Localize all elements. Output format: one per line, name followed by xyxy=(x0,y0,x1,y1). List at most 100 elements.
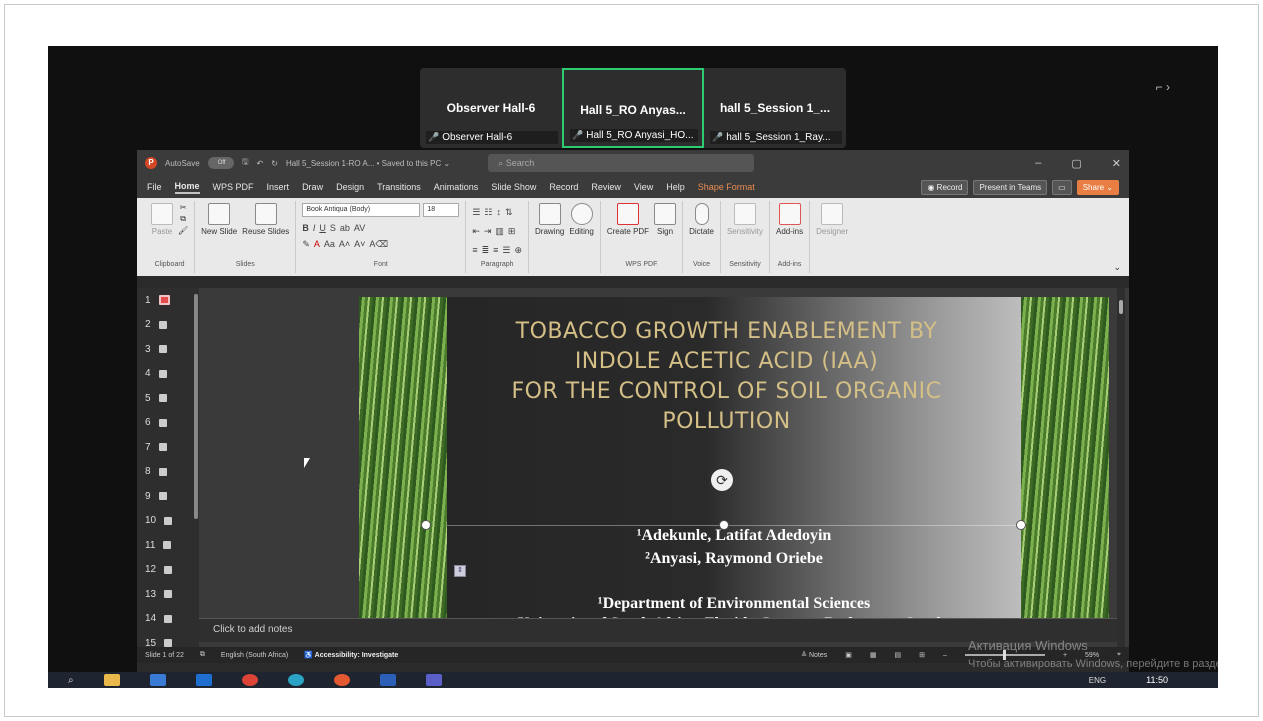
scrollbar-thumb[interactable] xyxy=(1119,300,1123,314)
align-right-icon[interactable]: ≡ xyxy=(493,245,498,256)
slide-thumbnail[interactable]: 1 xyxy=(137,288,199,313)
slide-thumbnail[interactable]: 11 xyxy=(137,533,199,558)
teams-icon[interactable] xyxy=(425,674,442,686)
tab-wps-pdf[interactable]: WPS PDF xyxy=(213,182,254,192)
mail-icon[interactable] xyxy=(195,674,212,686)
tab-review[interactable]: Review xyxy=(591,182,621,192)
tab-insert[interactable]: Insert xyxy=(267,182,290,192)
align-center-icon[interactable]: ≣ xyxy=(482,245,490,256)
tab-view[interactable]: View xyxy=(634,182,653,192)
undo-icon[interactable]: ↶ xyxy=(257,159,264,168)
reuse-slides-button[interactable]: Reuse Slides xyxy=(242,203,289,236)
tab-file[interactable]: File xyxy=(147,182,162,192)
shadow-icon[interactable]: S xyxy=(330,223,336,233)
browser-icon[interactable] xyxy=(333,674,350,686)
tab-help[interactable]: Help xyxy=(666,182,685,192)
numbering-icon[interactable]: ☷ xyxy=(484,207,492,218)
tab-animations[interactable]: Animations xyxy=(434,182,479,192)
tab-record[interactable]: Record xyxy=(549,182,578,192)
comments-button[interactable]: ▭ xyxy=(1052,179,1072,195)
char-spacing-icon[interactable]: AV xyxy=(354,223,365,233)
rotate-handle-icon[interactable]: ⟳ xyxy=(711,469,733,491)
line-spacing-icon[interactable]: ↕ xyxy=(496,207,501,218)
sign-button[interactable]: Sign xyxy=(654,203,677,236)
bold-icon[interactable]: B xyxy=(302,223,309,233)
bullets-icon[interactable]: ☰ xyxy=(472,207,480,218)
search-icon[interactable]: ⌕ xyxy=(68,675,74,686)
font-name-select[interactable]: Book Antiqua (Body) xyxy=(302,203,421,217)
sensitivity-button[interactable]: Sensitivity xyxy=(727,203,763,236)
thumbnail-scrollbar[interactable] xyxy=(194,294,198,519)
text-direction-icon[interactable]: ⇅ xyxy=(505,207,513,218)
slide-thumbnail[interactable]: 14 xyxy=(137,607,199,632)
tab-transitions[interactable]: Transitions xyxy=(377,182,421,192)
grow-font-icon[interactable]: A˄ xyxy=(339,239,350,250)
editing-button[interactable]: Editing xyxy=(569,203,594,236)
strikethrough-icon[interactable]: ab xyxy=(340,223,350,233)
new-slide-button[interactable]: New Slide xyxy=(201,203,237,236)
participant-tile[interactable]: hall 5_Session 1_... 🎤 hall 5_Session 1_R… xyxy=(704,68,846,148)
increase-indent-icon[interactable]: ⇥ xyxy=(484,226,492,237)
font-size-select[interactable]: 18 xyxy=(423,203,460,217)
participant-tile[interactable]: Observer Hall-6 🎤 Observer Hall-6 xyxy=(420,68,562,148)
columns-icon[interactable]: ▥ xyxy=(495,226,504,237)
resize-handle[interactable] xyxy=(421,520,431,530)
share-button[interactable]: Share ⌄ xyxy=(1076,179,1119,195)
cut-icon[interactable]: ✂ xyxy=(180,203,187,212)
change-case-icon[interactable]: Aa xyxy=(324,239,335,250)
slide-thumbnail[interactable]: 5 xyxy=(137,386,199,411)
tab-design[interactable]: Design xyxy=(336,182,364,192)
tab-shape-format[interactable]: Shape Format xyxy=(698,182,755,192)
store-icon[interactable] xyxy=(149,674,166,686)
language-indicator[interactable]: English (South Africa) xyxy=(221,652,288,659)
maximize-icon[interactable]: ▢ xyxy=(1071,157,1081,170)
justify-icon[interactable]: ☰ xyxy=(502,245,510,256)
autosave-toggle[interactable]: Off xyxy=(207,157,234,169)
author-1[interactable]: ¹Adekunle, Latifat Adedoyin xyxy=(447,527,1021,545)
decrease-indent-icon[interactable]: ⇤ xyxy=(472,226,480,237)
slide-thumbnail[interactable]: 3 xyxy=(137,337,199,362)
author-2[interactable]: ²Anyasi, Raymond Oriebe xyxy=(447,550,1021,568)
slide-thumbnail[interactable]: 13 xyxy=(137,582,199,607)
spellcheck-icon[interactable]: ⧉ xyxy=(200,651,205,659)
create-pdf-button[interactable]: Create PDF xyxy=(607,203,649,236)
align-left-icon[interactable]: ≡ xyxy=(472,245,477,256)
document-title[interactable]: Hall 5_Session 1-RO A... • Saved to this… xyxy=(286,159,450,168)
align-text-icon[interactable]: ⊞ xyxy=(508,226,516,237)
slide-scrollbar[interactable] xyxy=(1117,288,1125,653)
slide-thumbnail[interactable]: 2 xyxy=(137,313,199,338)
smartart-icon[interactable]: ⊕ xyxy=(514,245,522,256)
format-painter-button[interactable]: ✂ ⧉ 🖌 xyxy=(178,203,188,235)
highlight-icon[interactable]: ✎ xyxy=(302,239,310,250)
department[interactable]: ¹Department of Environmental Sciences xyxy=(447,595,1021,613)
ribbon-collapse-icon[interactable]: ⌄ xyxy=(1113,262,1121,273)
copy-icon[interactable]: ⧉ xyxy=(180,214,186,224)
paste-button[interactable]: Paste xyxy=(151,203,173,236)
zoom-out-icon[interactable]: – xyxy=(943,652,947,659)
slideshow-icon[interactable]: ⊞ xyxy=(919,651,925,659)
italic-icon[interactable]: I xyxy=(313,223,316,233)
redo-icon[interactable]: ↻ xyxy=(271,159,278,168)
chrome-icon[interactable] xyxy=(241,674,258,686)
record-button[interactable]: ◉ Record xyxy=(921,179,969,195)
drawing-button[interactable]: Drawing xyxy=(535,203,564,236)
search-input[interactable]: ⌕ Search xyxy=(488,154,755,172)
tab-draw[interactable]: Draw xyxy=(302,182,323,192)
slide-thumbnail[interactable]: 12 xyxy=(137,558,199,583)
designer-button[interactable]: Designer xyxy=(816,203,848,236)
present-in-teams-button[interactable]: Present in Teams xyxy=(973,179,1048,195)
shrink-font-icon[interactable]: A˅ xyxy=(354,239,365,250)
reading-view-icon[interactable]: ▤ xyxy=(895,651,902,659)
slide-thumbnail[interactable]: 4 xyxy=(137,362,199,387)
font-color-icon[interactable]: A xyxy=(314,239,320,250)
close-icon[interactable]: ✕ xyxy=(1112,157,1121,170)
slide-canvas[interactable]: TOBACCO GROWTH ENABLEMENT BY INDOLE ACET… xyxy=(359,297,1109,627)
underline-icon[interactable]: U xyxy=(319,223,326,233)
normal-view-icon[interactable]: ▣ xyxy=(845,651,852,659)
slide-thumbnail[interactable]: 10 xyxy=(137,509,199,534)
format-painter-icon[interactable]: 🖌 xyxy=(178,226,188,235)
tab-home[interactable]: Home xyxy=(174,181,200,194)
clear-format-icon[interactable]: A⌫ xyxy=(369,239,388,250)
slide-thumbnail[interactable]: 7 xyxy=(137,435,199,460)
word-icon[interactable] xyxy=(379,674,396,686)
